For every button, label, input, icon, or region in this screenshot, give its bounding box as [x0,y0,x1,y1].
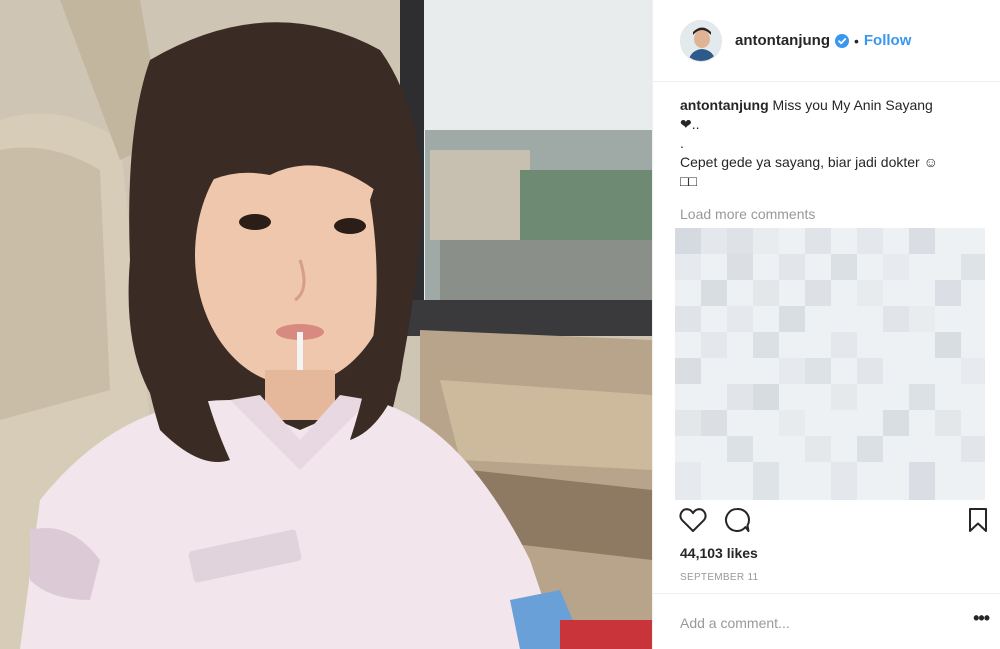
verified-badge-icon [834,33,849,48]
caption-text-2: ❤.. [680,116,700,132]
caption-username[interactable]: antontanjung [680,97,769,113]
username-link[interactable]: antontanjung [735,32,830,49]
load-more-comments-link[interactable]: Load more comments [680,205,980,224]
caption-line-1: antontanjung Miss you My Anin Sayang [680,96,980,115]
caption-text-3: . [680,135,684,151]
caption-text-4: Cepet gede ya sayang, biar jadi dokter ☺ [680,154,938,170]
pixelated-comments-image [675,228,985,500]
post-actions [679,507,991,537]
pixelated-comments [675,228,985,500]
comment-input[interactable] [680,612,940,634]
avatar[interactable] [680,19,722,62]
post-sidebar: antontanjung • Follow antontanjung Miss … [652,0,1000,649]
header-separator: • [853,32,859,49]
post-date: SEPTEMBER 11 [680,572,759,583]
post-photo[interactable] [0,0,652,649]
bookmark-icon[interactable] [967,507,989,538]
comment-form: ••• [653,593,1000,649]
post-header: antontanjung • Follow [653,0,1000,82]
caption-area: antontanjung Miss you My Anin Sayang ❤..… [680,96,980,224]
likes-count[interactable]: 44,103 likes [680,545,758,561]
photo-girl-in-car [0,0,652,649]
caption-text-1: Miss you My Anin Sayang [772,97,933,113]
heart-outline-icon[interactable] [679,507,707,538]
follow-button[interactable]: Follow [864,32,912,49]
avatar-image [681,20,721,61]
caption-text-5: □□ [680,173,697,189]
more-dots-icon[interactable]: ••• [973,608,990,629]
comment-bubble-icon[interactable] [723,507,751,538]
